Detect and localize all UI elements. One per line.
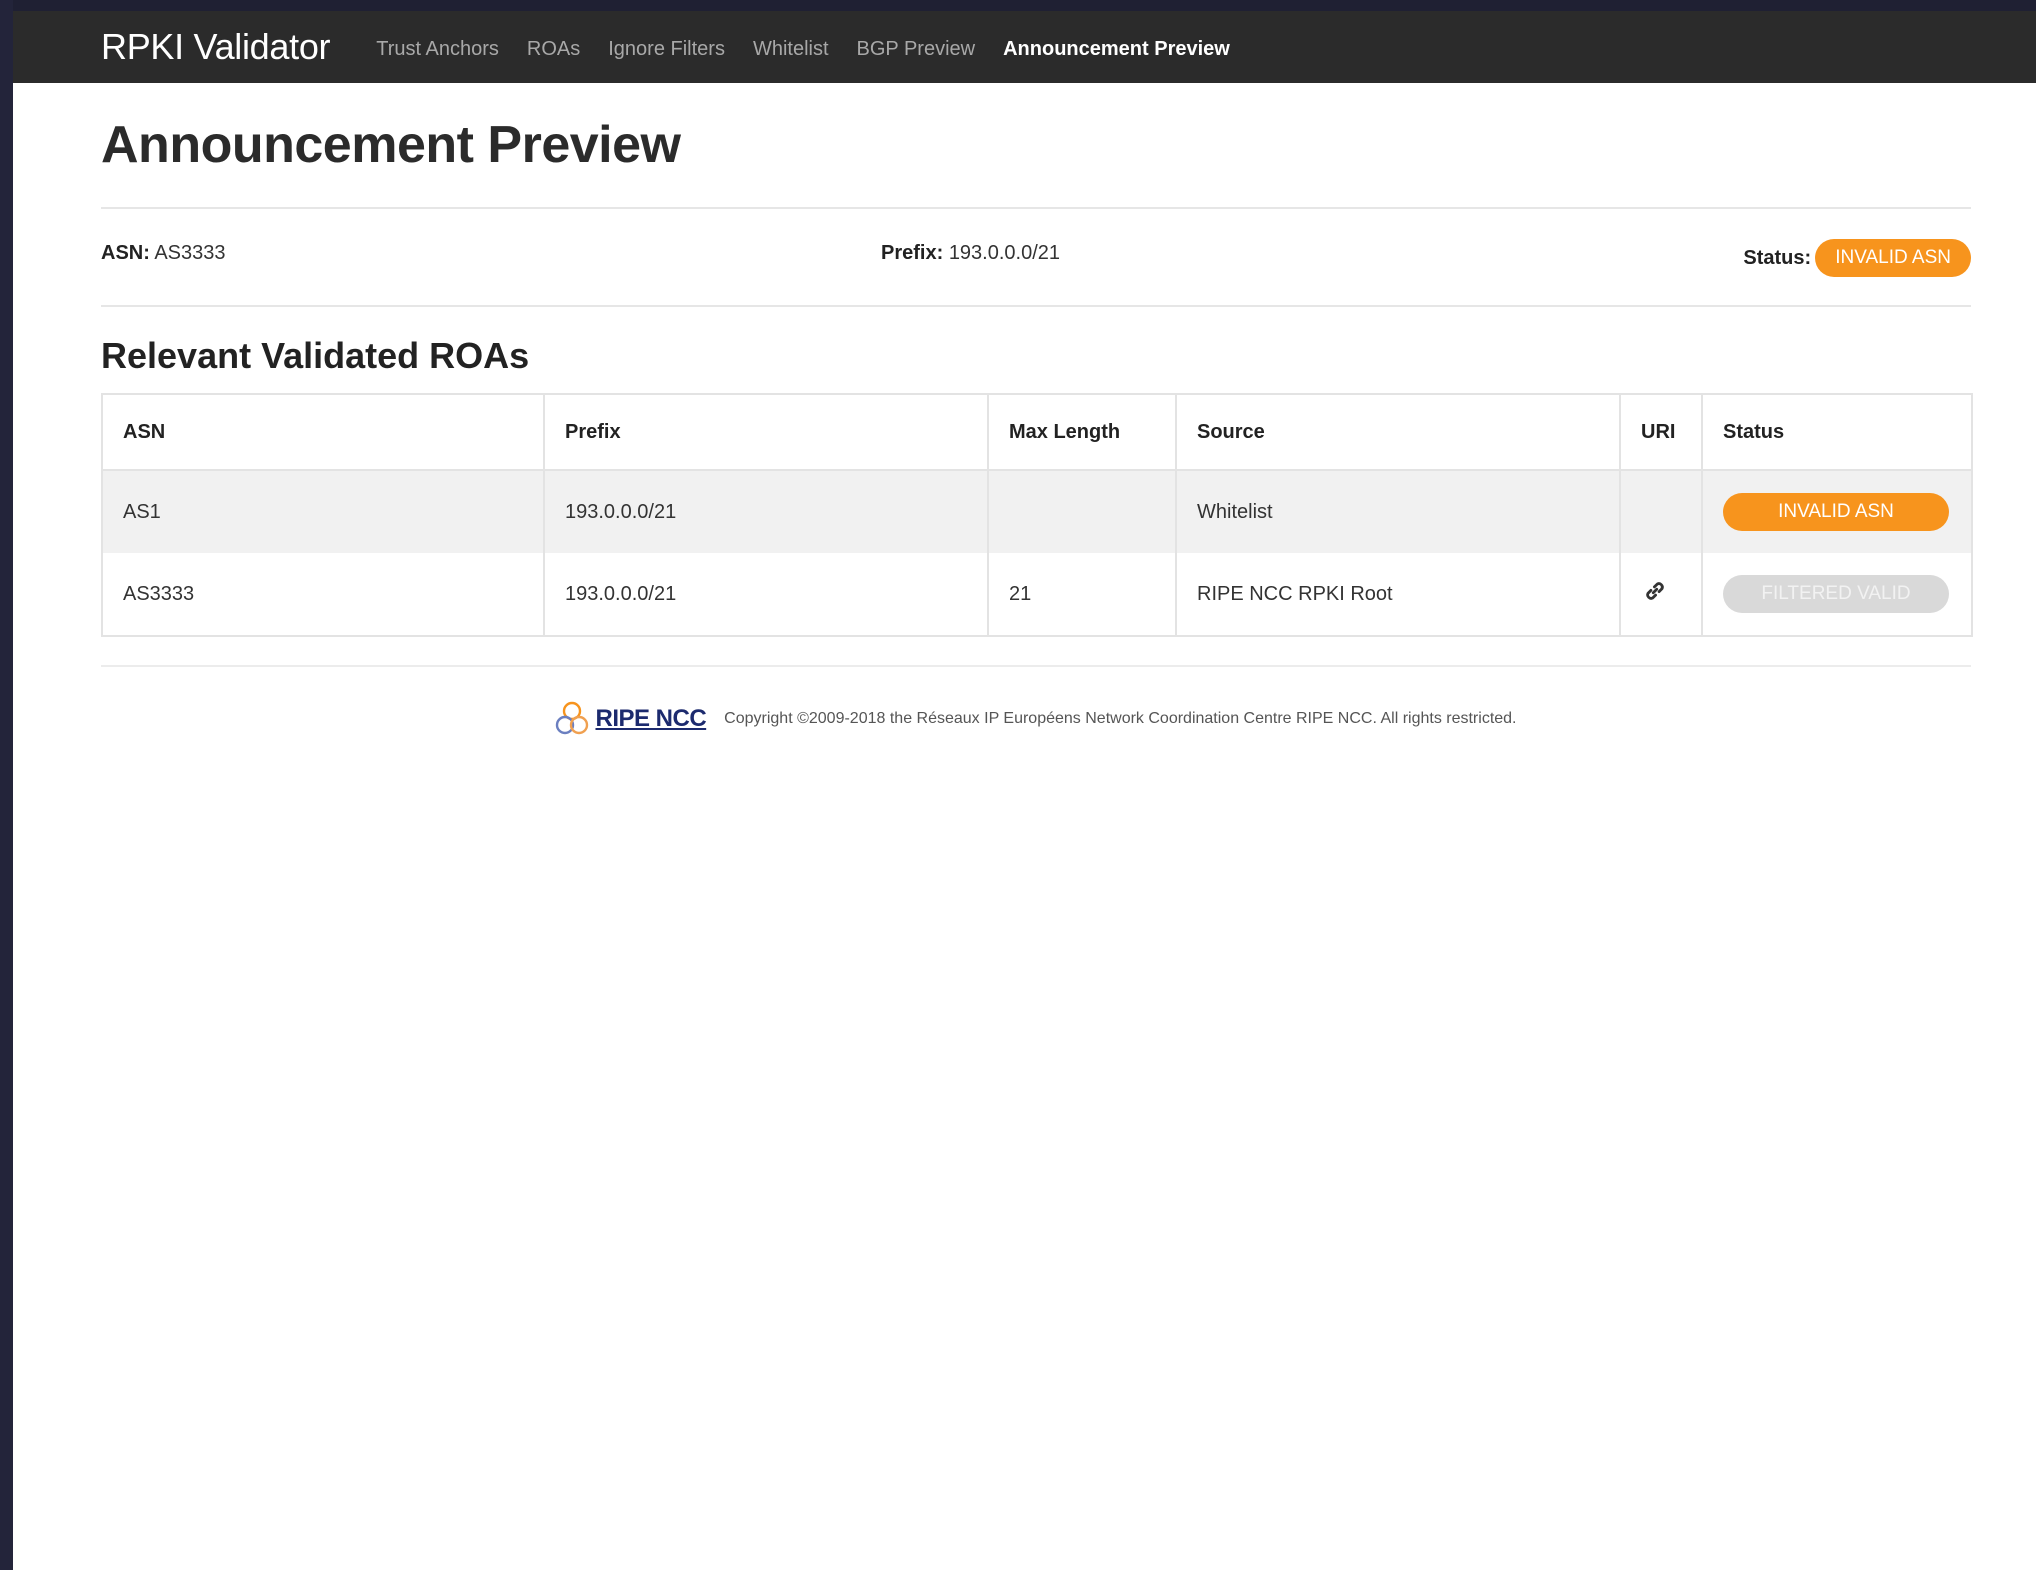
status-badge: INVALID ASN xyxy=(1723,493,1949,531)
column-header-max-length[interactable]: Max Length xyxy=(988,394,1177,471)
roas-table: ASN Prefix Max Length Source URI Status … xyxy=(101,393,1973,637)
ripe-ncc-logo-icon xyxy=(556,701,589,735)
cell-max-length: 21 xyxy=(988,553,1177,636)
nav-announcement-preview[interactable]: Announcement Preview xyxy=(1003,34,1230,61)
brand-title[interactable]: RPKI Validator xyxy=(101,26,331,68)
page-title: Announcement Preview xyxy=(101,116,681,174)
link-icon[interactable] xyxy=(1641,577,1669,611)
column-header-asn[interactable]: ASN xyxy=(102,394,545,471)
browser-viewport: RPKI Validator Trust Anchors ROAs Ignore… xyxy=(13,11,2036,1570)
column-header-uri[interactable]: URI xyxy=(1620,394,1703,471)
asn-value: AS3333 xyxy=(154,242,226,264)
footer: RIPE NCC Copyright ©2009-2018 the Réseau… xyxy=(101,667,1971,739)
section-title: Relevant Validated ROAs xyxy=(101,335,530,376)
prefix-value: 193.0.0.0/21 xyxy=(948,242,1061,264)
cell-uri xyxy=(1620,553,1703,636)
table-header-row: ASN Prefix Max Length Source URI Status xyxy=(102,394,1972,471)
table-row: AS3333 193.0.0.0/21 21 RIPE NCC RPKI Roo… xyxy=(102,553,1972,636)
cell-source: Whitelist xyxy=(1176,470,1621,553)
column-header-prefix[interactable]: Prefix xyxy=(544,394,989,471)
logo-text: RIPE NCC xyxy=(595,705,707,732)
column-header-status[interactable]: Status xyxy=(1702,394,1972,471)
cell-source: RIPE NCC RPKI Root xyxy=(1176,553,1621,636)
ripe-ncc-logo[interactable]: RIPE NCC xyxy=(555,699,707,739)
cell-prefix: 193.0.0.0/21 xyxy=(544,553,989,636)
asn-label: ASN: xyxy=(101,242,150,264)
window-edge xyxy=(0,0,13,1570)
table-row: AS1 193.0.0.0/21 Whitelist INVALID ASN xyxy=(102,470,1972,553)
nav-bgp-preview[interactable]: BGP Preview xyxy=(857,34,976,61)
main-content: Announcement Preview ASN: AS3333 Prefix:… xyxy=(101,83,1973,739)
cell-max-length xyxy=(988,470,1177,553)
copyright-text: Copyright ©2009-2018 the Réseaux IP Euro… xyxy=(724,710,1517,727)
cell-prefix: 193.0.0.0/21 xyxy=(544,470,989,553)
nav-ignore-filters[interactable]: Ignore Filters xyxy=(608,34,725,61)
summary-prefix: Prefix: 193.0.0.0/21 xyxy=(881,242,1060,265)
cell-asn: AS1 xyxy=(102,470,545,553)
summary-status: Status: INVALID ASN xyxy=(1743,239,1971,277)
status-badge: FILTERED VALID xyxy=(1723,575,1949,613)
nav-trust-anchors[interactable]: Trust Anchors xyxy=(376,34,499,61)
cell-status: INVALID ASN xyxy=(1702,470,1972,553)
prefix-label: Prefix: xyxy=(881,242,944,264)
cell-uri xyxy=(1620,470,1703,553)
announcement-summary: ASN: AS3333 Prefix: 193.0.0.0/21 Status:… xyxy=(101,209,1971,305)
status-label: Status: xyxy=(1743,246,1812,269)
cell-asn: AS3333 xyxy=(102,553,545,636)
summary-asn: ASN: AS3333 xyxy=(101,242,226,265)
status-badge: INVALID ASN xyxy=(1815,239,1971,277)
cell-status: FILTERED VALID xyxy=(1702,553,1972,636)
column-header-source[interactable]: Source xyxy=(1176,394,1621,471)
top-navbar: RPKI Validator Trust Anchors ROAs Ignore… xyxy=(13,11,2036,83)
nav-roas[interactable]: ROAs xyxy=(527,34,580,61)
nav-whitelist[interactable]: Whitelist xyxy=(753,34,829,61)
